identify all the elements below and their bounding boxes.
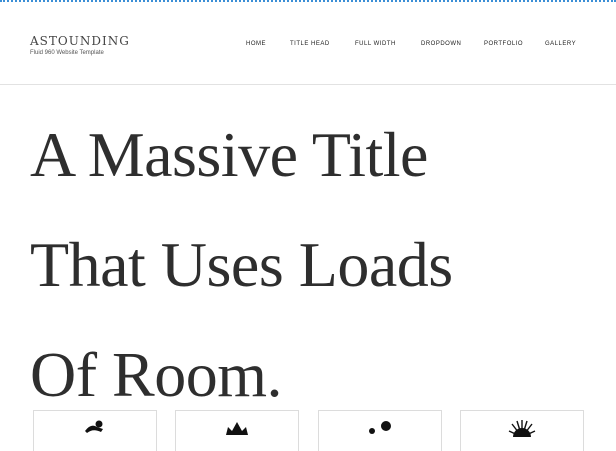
- main-nav: Home Title Head Full Width Dropdown Port…: [0, 41, 616, 53]
- nav-item-full-width[interactable]: Full Width: [355, 41, 396, 47]
- feature-box[interactable]: [33, 410, 157, 451]
- feature-box[interactable]: [460, 410, 584, 451]
- nav-item-dropdown[interactable]: Dropdown: [421, 41, 461, 47]
- feature-boxes: [0, 410, 616, 451]
- hero-title-line: That Uses Loads: [30, 229, 453, 300]
- sunburst-icon: [508, 420, 536, 437]
- crown-icon: [226, 422, 248, 435]
- nav-item-title-head[interactable]: Title Head: [290, 41, 330, 47]
- nav-item-portfolio[interactable]: Portfolio: [484, 41, 523, 47]
- dots-icon: [369, 421, 391, 434]
- nav-item-gallery[interactable]: Gallery: [545, 41, 576, 47]
- hero-title-line: A Massive Title: [30, 119, 428, 190]
- nav-item-home[interactable]: Home: [246, 41, 266, 47]
- swimmer-icon: [85, 420, 103, 433]
- feature-box[interactable]: [175, 410, 299, 451]
- feature-box[interactable]: [318, 410, 442, 451]
- hero-title: A Massive Title That Uses Loads Of Room.: [30, 100, 610, 430]
- site-header: ASTOUNDING Fluid 960 Website Template Ho…: [0, 2, 616, 85]
